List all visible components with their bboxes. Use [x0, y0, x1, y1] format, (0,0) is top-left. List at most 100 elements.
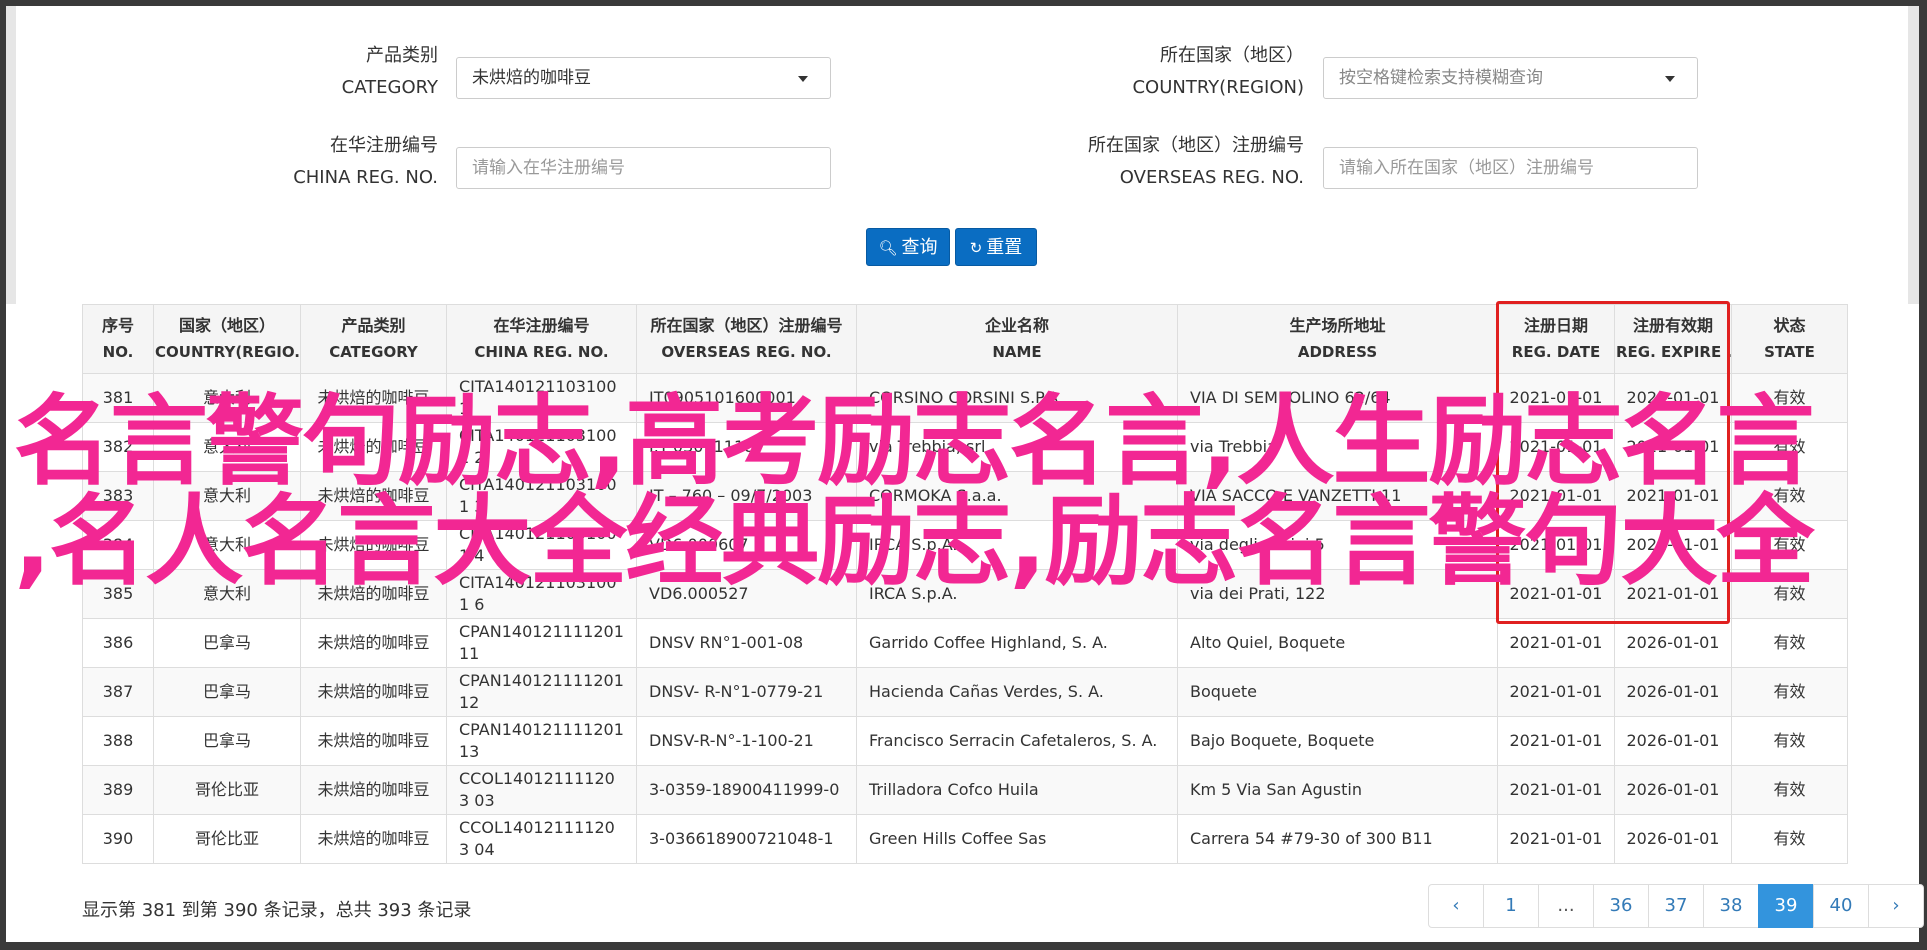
cell-category: 未烘焙的咖啡豆	[300, 814, 447, 864]
cell-reg-expire: 2026-01-01	[1614, 667, 1732, 717]
header-cn: 国家（地区）	[178, 316, 275, 335]
cell-overseas-reg: DNSV- R-N°1-0779-21	[636, 667, 857, 717]
cell-category: 未烘焙的咖啡豆	[300, 716, 447, 766]
table-row[interactable]: 390 哥伦比亚 未烘焙的咖啡豆 CCOL140121111203 04 3-03661…	[82, 814, 1848, 864]
cell-reg-date: 2021-01-01	[1497, 814, 1615, 864]
china-reg-input[interactable]: 请输入在华注册编号	[456, 147, 831, 189]
cell-country: 巴拿马	[153, 618, 301, 668]
page-37-button[interactable]: 37	[1648, 884, 1704, 928]
search-button-label: 查询	[901, 237, 938, 258]
page-36-button[interactable]: 36	[1593, 884, 1649, 928]
table-row[interactable]: 387 巴拿马 未烘焙的咖啡豆 CPAN140121111201 12 DNSV- R-…	[82, 667, 1848, 717]
reset-button[interactable]: ↻ 重置	[955, 228, 1037, 266]
page-1-button[interactable]: 1	[1483, 884, 1539, 928]
cell-overseas-reg: 3-0359-18900411999-0	[636, 765, 857, 815]
overseas-reg-label-en: OVERSEAS REG. NO.	[1119, 167, 1304, 188]
search-button[interactable]: 🔍︎ 查询	[866, 228, 950, 266]
overseas-reg-label-cn: 所在国家（地区）注册编号	[1088, 135, 1304, 156]
search-icon: 🔍︎	[878, 239, 898, 257]
table-row[interactable]: 386 巴拿马 未烘焙的咖啡豆 CPAN140121111201 11 DNSV RN°…	[82, 618, 1848, 668]
cell-reg-expire: 2026-01-01	[1614, 618, 1732, 668]
header-cn: 状态	[1773, 316, 1806, 335]
cell-china-reg: CCOL140121111203 03	[446, 765, 637, 815]
column-header-country[interactable]: 国家（地区） COUNTRY(REGIO...	[153, 304, 301, 374]
page-40-button[interactable]: 40	[1813, 884, 1869, 928]
cell-china-reg: CPAN140121111201 13	[446, 716, 637, 766]
category-select-value: 未烘焙的咖啡豆	[472, 68, 591, 88]
cell-country: 巴拿马	[153, 667, 301, 717]
cell-overseas-reg: DNSV RN°1-001-08	[636, 618, 857, 668]
chevron-down-icon	[798, 76, 808, 82]
cell-china-reg: CPAN140121111201 11	[446, 618, 637, 668]
category-label: 产品类别 CATEGORY	[250, 40, 438, 104]
page-39-button[interactable]: 39	[1758, 884, 1814, 928]
cell-name: Francisco Serracin Cafetaleros, S. A.	[856, 716, 1178, 766]
column-header-no[interactable]: 序号 NO.	[82, 304, 154, 374]
pagination: ‹ 1... 36 37 38 39 40 ›	[1428, 884, 1924, 928]
window-frame-bottom	[0, 942, 1927, 950]
cell-state: 有效	[1731, 814, 1848, 864]
header-cn: 在华注册编号	[493, 316, 590, 335]
page-margin-left	[6, 6, 16, 304]
page-38-button[interactable]: 38	[1703, 884, 1759, 928]
cell-reg-date: 2021-01-01	[1497, 667, 1615, 717]
cell-category: 未烘焙的咖啡豆	[300, 618, 447, 668]
cell-no: 388	[82, 716, 154, 766]
cell-reg-expire: 2026-01-01	[1614, 716, 1732, 766]
china-reg-label-cn: 在华注册编号	[330, 135, 438, 156]
cell-address: Alto Quiel, Boquete	[1177, 618, 1498, 668]
cell-no: 387	[82, 667, 154, 717]
page-ellipsis: ...	[1538, 884, 1594, 928]
china-reg-label-en: CHINA REG. NO.	[293, 167, 438, 188]
cell-category: 未烘焙的咖啡豆	[300, 667, 447, 717]
cell-country: 哥伦比亚	[153, 814, 301, 864]
cell-address: Km 5 Via San Agustin	[1177, 765, 1498, 815]
record-summary: 显示第 381 到第 390 条记录，总共 393 条记录	[82, 900, 472, 921]
column-header-state[interactable]: 状态 STATE	[1731, 304, 1848, 374]
cell-state: 有效	[1731, 765, 1848, 815]
cell-reg-expire: 2026-01-01	[1614, 814, 1732, 864]
header-en: NO.	[102, 343, 134, 361]
reset-button-label: 重置	[986, 237, 1023, 258]
header-en: OVERSEAS REG. NO.	[661, 343, 832, 361]
cell-china-reg: CCOL140121111203 04	[446, 814, 637, 864]
table-row[interactable]: 389 哥伦比亚 未烘焙的咖啡豆 CCOL140121111203 03 3-0359-…	[82, 765, 1848, 815]
cell-no: 389	[82, 765, 154, 815]
cell-name: Hacienda Cañas Verdes, S. A.	[856, 667, 1178, 717]
header-cn: 序号	[101, 316, 134, 335]
cell-address: Boquete	[1177, 667, 1498, 717]
category-select[interactable]: 未烘焙的咖啡豆	[456, 57, 831, 99]
overlay-text-line1: 名言警句励志,高考励志名言,人生励志名言	[14, 385, 1814, 499]
header-en: NAME	[992, 343, 1042, 361]
china-reg-label: 在华注册编号 CHINA REG. NO.	[250, 130, 438, 194]
column-header-name[interactable]: 企业名称 NAME	[856, 304, 1178, 374]
overlay-text-line2: ,名人名言大全经典励志,励志名言警句大全	[14, 485, 1814, 599]
cell-address: Bajo Boquete, Boquete	[1177, 716, 1498, 766]
country-select-placeholder: 按空格键检索支持模糊查询	[1339, 68, 1543, 88]
overseas-reg-input[interactable]: 请输入所在国家（地区）注册编号	[1323, 147, 1698, 189]
china-reg-input-placeholder: 请输入在华注册编号	[472, 158, 625, 178]
cell-overseas-reg: 3-036618900721048-1	[636, 814, 857, 864]
header-en: COUNTRY(REGIO...	[155, 343, 301, 361]
column-header-address[interactable]: 生产场所地址 ADDRESS	[1177, 304, 1498, 374]
page-margin-right	[1908, 6, 1919, 304]
cell-country: 巴拿马	[153, 716, 301, 766]
previous-page-button[interactable]: ‹	[1428, 884, 1484, 928]
cell-address: Carrera 54 #79-30 of 300 B11	[1177, 814, 1498, 864]
cell-state: 有效	[1731, 618, 1848, 668]
column-header-overseas-reg[interactable]: 所在国家（地区）注册编号 OVERSEAS REG. NO.	[636, 304, 857, 374]
country-select[interactable]: 按空格键检索支持模糊查询	[1323, 57, 1698, 99]
window-frame-top	[0, 0, 1927, 6]
header-cn: 产品类别	[341, 316, 406, 335]
column-header-china-reg[interactable]: 在华注册编号 CHINA REG. NO.	[446, 304, 637, 374]
cell-no: 386	[82, 618, 154, 668]
category-label-cn: 产品类别	[366, 45, 438, 66]
column-header-category[interactable]: 产品类别 CATEGORY	[300, 304, 447, 374]
next-page-button[interactable]: ›	[1868, 884, 1924, 928]
cell-name: Green Hills Coffee Sas	[856, 814, 1178, 864]
table-row[interactable]: 388 巴拿马 未烘焙的咖啡豆 CPAN140121111201 13 DNSV-R-N…	[82, 716, 1848, 766]
cell-category: 未烘焙的咖啡豆	[300, 765, 447, 815]
country-label-en: COUNTRY(REGION)	[1132, 77, 1304, 98]
chevron-down-icon	[1665, 76, 1675, 82]
header-en: CHINA REG. NO.	[474, 343, 609, 361]
